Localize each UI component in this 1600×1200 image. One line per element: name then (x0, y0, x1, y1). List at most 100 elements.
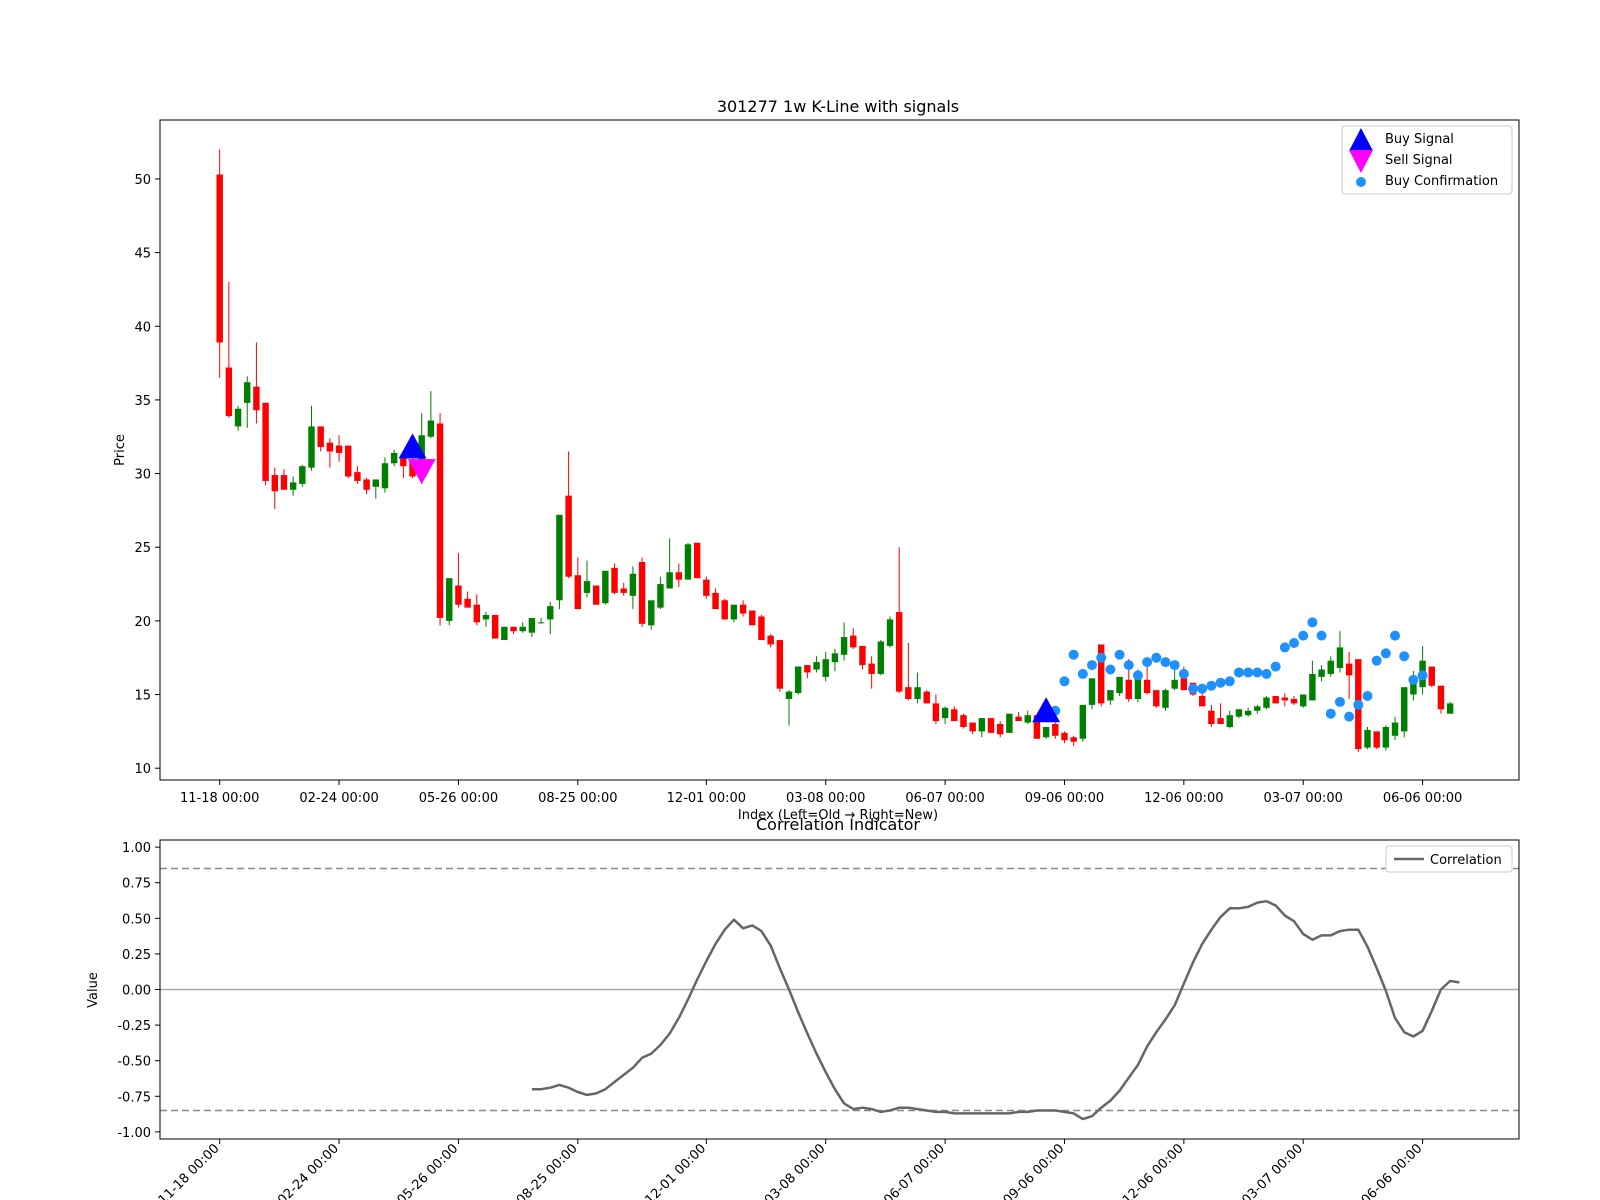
candle-body (464, 598, 471, 608)
y-tick-label: 0.75 (122, 877, 151, 892)
candle-body (978, 718, 986, 732)
candle-body (730, 604, 738, 620)
correlation-legend: Correlation (1385, 845, 1513, 873)
candle-body (840, 637, 848, 655)
buy-confirmation-point (1325, 708, 1336, 719)
candle-body (960, 715, 967, 727)
candle-body (1446, 703, 1454, 714)
candle-body (785, 691, 793, 699)
buy-confirmation-point (1096, 652, 1107, 663)
correlation-chart: Correlation Indicator 1.00 0.75 0.50 0.25 0.… (86, 815, 1520, 1200)
buy-confirmation-point (1380, 648, 1391, 659)
candle-body (1336, 647, 1344, 669)
candle-body (767, 635, 774, 645)
x-tick-label: 06-07 00:00 (905, 791, 984, 806)
candle-body (611, 567, 618, 593)
candle-body (1281, 697, 1289, 701)
y-tick-label: -1.00 (117, 1126, 151, 1141)
candle-body (804, 665, 811, 673)
buy-confirmation-point (1169, 660, 1180, 671)
candle-body (914, 687, 921, 699)
x-tick-label: 12-01 00:00 (667, 791, 746, 806)
buy-confirmation-point (1132, 670, 1143, 681)
x-tick-label: 09-06 00:00 (1001, 1141, 1068, 1200)
candle-body (1318, 669, 1325, 677)
y-tick-label: 25 (134, 541, 151, 556)
buy-confirmation-point (1270, 661, 1281, 672)
candle-body (638, 561, 646, 624)
correlation-line (531, 899, 1460, 1121)
candle-body (1382, 726, 1390, 748)
candle-body (822, 659, 829, 677)
candle-body (1116, 676, 1123, 694)
buy-confirmation-point (1408, 674, 1419, 685)
candle-body (262, 402, 269, 481)
candle-body (969, 722, 976, 732)
candle-body (482, 615, 490, 620)
buy-confirmation-point (1197, 683, 1208, 694)
candle-body (1143, 679, 1151, 694)
candle-body (739, 604, 747, 614)
buy-confirmation-point (1068, 649, 1079, 660)
y-tick-label: 0.50 (122, 912, 151, 927)
candle-body (951, 709, 958, 722)
x-tick-label: 05-26 00:00 (395, 1141, 462, 1200)
x-tick-label: 03-07 00:00 (1239, 1141, 1306, 1200)
candle-body (1290, 698, 1298, 704)
candle-body (923, 691, 930, 704)
correlation-y-ticks: 1.00 0.75 0.50 0.25 0.00 -0.25 -0.50 -0.75 -1.00 (117, 841, 160, 1141)
candle-body (1226, 715, 1233, 727)
candle-body (1254, 706, 1261, 711)
y-tick-label: -0.75 (117, 1090, 151, 1105)
y-tick-label: 10 (134, 762, 151, 777)
candle-body (1263, 697, 1270, 708)
buy-confirmation-point (1151, 652, 1162, 663)
candle-body (996, 724, 1004, 735)
buy-confirmation-point (1233, 667, 1244, 678)
candle-body (1042, 726, 1050, 738)
candle-body (244, 382, 251, 403)
candle-body (1327, 660, 1334, 674)
candle-body (602, 570, 609, 604)
candle-body (335, 445, 343, 453)
candle-body (1272, 696, 1279, 704)
buy-confirmation-point (1390, 630, 1401, 641)
candle-body (1198, 696, 1206, 707)
candle-body (712, 592, 719, 610)
candle-body (850, 635, 857, 648)
candle-body (905, 687, 912, 699)
candle-body (1235, 709, 1243, 717)
kline-title: 301277 1w K-Line with signals (717, 97, 959, 116)
candle-body (289, 482, 297, 490)
buy-confirmation-point (1371, 655, 1382, 666)
candle-body (1244, 710, 1252, 716)
candle-body (1088, 678, 1096, 705)
legend-label-correlation: Correlation (1430, 853, 1502, 868)
candle-body (1428, 666, 1435, 686)
x-tick-label: 06-06 00:00 (1383, 791, 1462, 806)
buy-confirmation-point (1215, 677, 1226, 688)
buy-confirmation-point (1252, 667, 1263, 678)
correlation-y-axis-label: Value (86, 972, 101, 1008)
x-tick-label: 03-07 00:00 (1264, 791, 1343, 806)
candle-body (932, 703, 940, 722)
legend-label-buy-confirmation: Buy Confirmation (1385, 174, 1498, 189)
candle-body (317, 426, 324, 448)
candle-body (1162, 690, 1169, 708)
candle-body (345, 445, 352, 477)
candle-body (436, 423, 444, 618)
candle-body (1024, 715, 1031, 723)
correlation-reference-lines (160, 867, 1519, 1112)
candle-body (1217, 718, 1224, 725)
candle-body (1061, 732, 1068, 741)
buy-confirmation-point (1160, 657, 1171, 668)
candle-body (886, 619, 894, 646)
candle-body (859, 645, 866, 666)
y-tick-label: 50 (134, 173, 151, 188)
candle-body (1052, 724, 1059, 736)
candle-body (941, 707, 949, 719)
candle-body (831, 653, 839, 663)
y-tick-label: -0.50 (117, 1055, 151, 1070)
legend-label-buy-signal: Buy Signal (1385, 132, 1454, 147)
correlation-series (531, 899, 1460, 1121)
